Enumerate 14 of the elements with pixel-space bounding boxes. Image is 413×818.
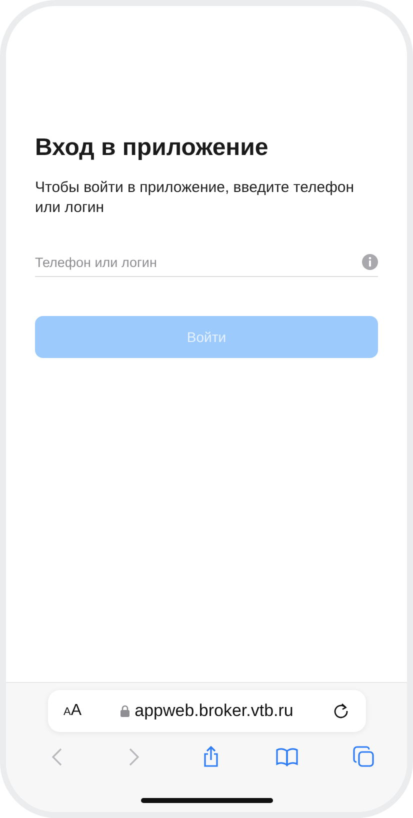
forward-icon [128,748,139,766]
page-title: Вход в приложение [35,134,270,162]
lock-icon [120,705,130,717]
description: Чтобы войти в приложение, введите телефон или логин [35,178,356,218]
text-size-button[interactable]: AA [64,702,82,720]
tabs-icon [352,745,376,769]
address-bar[interactable]: AA appweb.broker.vtb.ru [48,690,366,732]
url-text: appweb.broker.vtb.ru [134,701,294,721]
login-field[interactable]: Телефон или логин [35,254,362,270]
tabs-button[interactable] [351,744,377,770]
info-icon[interactable] [362,254,378,270]
reload-icon[interactable] [332,702,350,720]
book-icon [275,745,300,769]
back-icon [52,748,62,766]
